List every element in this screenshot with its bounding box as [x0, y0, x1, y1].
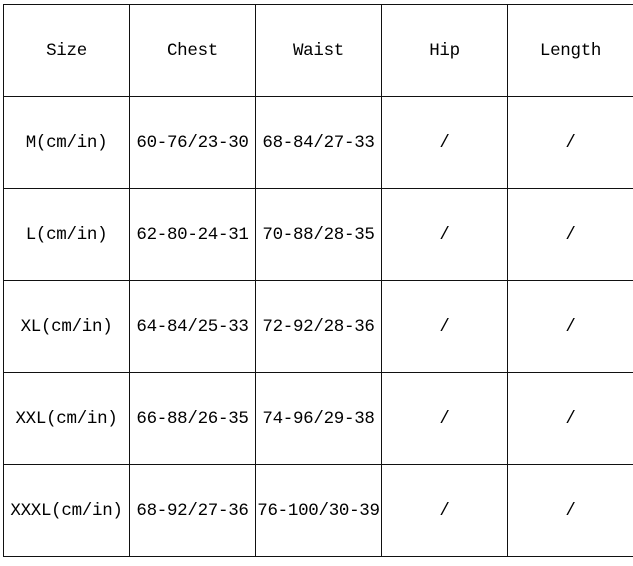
table-cell: 66-88/26-35	[129, 372, 256, 465]
cell-text: 68-92/27-36	[136, 500, 249, 521]
header-row: Size Chest Waist Hip Length	[3, 4, 633, 97]
table-cell: M(cm/in)	[3, 96, 130, 189]
table-cell: /	[507, 188, 633, 281]
cell-text: /	[565, 408, 576, 429]
table-cell: 68-92/27-36	[129, 464, 256, 557]
cell-text: /	[439, 500, 450, 521]
cell-text: /	[565, 224, 576, 245]
table-row: XL(cm/in) 64-84/25-33 72-92/28-36 / /	[3, 280, 633, 373]
table-row: XXXL(cm/in) 68-92/27-36 76-100/30-39 / /	[3, 464, 633, 557]
cell-text: 74-96/29-38	[262, 408, 375, 429]
cell-text: /	[565, 316, 576, 337]
table-cell: /	[507, 464, 633, 557]
cell-text: M(cm/in)	[25, 132, 108, 153]
cell-text: /	[565, 500, 576, 521]
cell-text: XXXL(cm/in)	[10, 500, 123, 521]
table-cell: L(cm/in)	[3, 188, 130, 281]
table-row: L(cm/in) 62-80-24-31 70-88/28-35 / /	[3, 188, 633, 281]
table-cell: /	[381, 372, 508, 465]
table-cell: 64-84/25-33	[129, 280, 256, 373]
cell-text: /	[439, 408, 450, 429]
cell-text: XL(cm/in)	[20, 316, 113, 337]
cell-text: /	[565, 132, 576, 153]
table-cell: XL(cm/in)	[3, 280, 130, 373]
cell-text: 68-84/27-33	[262, 132, 375, 153]
table-cell: /	[507, 280, 633, 373]
header-cell: Waist	[255, 4, 382, 97]
table-cell: XXXL(cm/in)	[3, 464, 130, 557]
table-cell: 74-96/29-38	[255, 372, 382, 465]
cell-text: 62-80-24-31	[136, 224, 249, 245]
cell-text: 76-100/30-39	[257, 500, 380, 521]
cell-text: 70-88/28-35	[262, 224, 375, 245]
header-cell: Size	[3, 4, 130, 97]
table-cell: /	[381, 464, 508, 557]
cell-text: /	[439, 224, 450, 245]
cell-text: Waist	[292, 40, 344, 61]
table-cell: 72-92/28-36	[255, 280, 382, 373]
cell-text: Length	[539, 40, 602, 61]
table-cell: /	[381, 280, 508, 373]
table-cell: XXL(cm/in)	[3, 372, 130, 465]
header-cell: Length	[507, 4, 633, 97]
cell-text: L(cm/in)	[25, 224, 108, 245]
cell-text: Hip	[429, 40, 460, 61]
table-cell: 76-100/30-39	[255, 464, 382, 557]
table-cell: 60-76/23-30	[129, 96, 256, 189]
cell-text: Size	[46, 40, 87, 61]
cell-text: /	[439, 132, 450, 153]
cell-text: /	[439, 316, 450, 337]
table-cell: /	[507, 372, 633, 465]
cell-text: Chest	[166, 40, 218, 61]
table-cell: 62-80-24-31	[129, 188, 256, 281]
table-cell: 68-84/27-33	[255, 96, 382, 189]
cell-text: 66-88/26-35	[136, 408, 249, 429]
header-cell: Chest	[129, 4, 256, 97]
size-chart-table: Size Chest Waist Hip Length M(cm/in) 60-76/23-…	[3, 4, 633, 557]
table-cell: 70-88/28-35	[255, 188, 382, 281]
cell-text: 64-84/25-33	[136, 316, 249, 337]
cell-text: XXL(cm/in)	[15, 408, 118, 429]
table-cell: /	[381, 188, 508, 281]
table-row: M(cm/in) 60-76/23-30 68-84/27-33 / /	[3, 96, 633, 189]
cell-text: 60-76/23-30	[136, 132, 249, 153]
table-row: XXL(cm/in) 66-88/26-35 74-96/29-38 / /	[3, 372, 633, 465]
cell-text: 72-92/28-36	[262, 316, 375, 337]
table-cell: /	[381, 96, 508, 189]
header-cell: Hip	[381, 4, 508, 97]
table-cell: /	[507, 96, 633, 189]
